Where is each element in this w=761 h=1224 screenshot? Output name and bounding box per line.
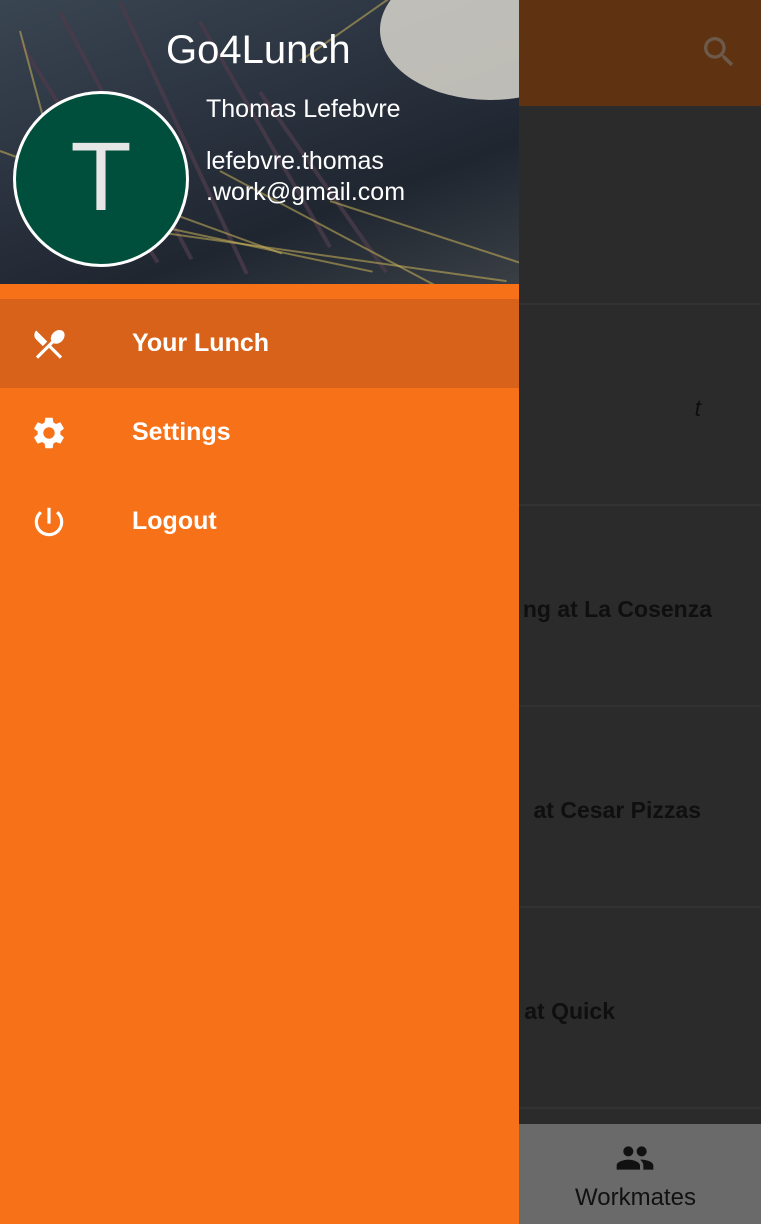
menu-item-settings[interactable]: Settings — [0, 388, 519, 477]
drawer-header: Go4Lunch T Thomas Lefebvre lefebvre.thom… — [0, 0, 519, 284]
navigation-drawer: Go4Lunch T Thomas Lefebvre lefebvre.thom… — [0, 0, 519, 1224]
menu-item-your-lunch[interactable]: Your Lunch — [0, 299, 519, 388]
nav-label-workmates: Workmates — [575, 1184, 696, 1211]
menu-label: Your Lunch — [132, 329, 270, 357]
menu-label: Logout — [132, 507, 217, 535]
header-background-image — [380, 0, 519, 100]
app-title: Go4Lunch — [166, 28, 351, 72]
avatar-initial: T — [72, 125, 130, 232]
gear-icon — [34, 417, 64, 449]
people-icon — [616, 1146, 654, 1170]
user-email: lefebvre.thomas .work@gmail.com — [206, 146, 506, 208]
header-divider — [0, 284, 519, 298]
power-icon — [34, 507, 64, 537]
user-email-line-1: lefebvre.thomas — [206, 147, 384, 175]
menu-label: Settings — [132, 418, 231, 446]
search-icon[interactable] — [699, 32, 739, 72]
user-email-line-2: .work@gmail.com — [206, 178, 406, 206]
avatar[interactable]: T — [13, 91, 189, 267]
utensils-icon — [34, 329, 65, 359]
menu-item-logout[interactable]: Logout — [0, 477, 519, 566]
user-name: Thomas Lefebvre — [206, 95, 401, 123]
